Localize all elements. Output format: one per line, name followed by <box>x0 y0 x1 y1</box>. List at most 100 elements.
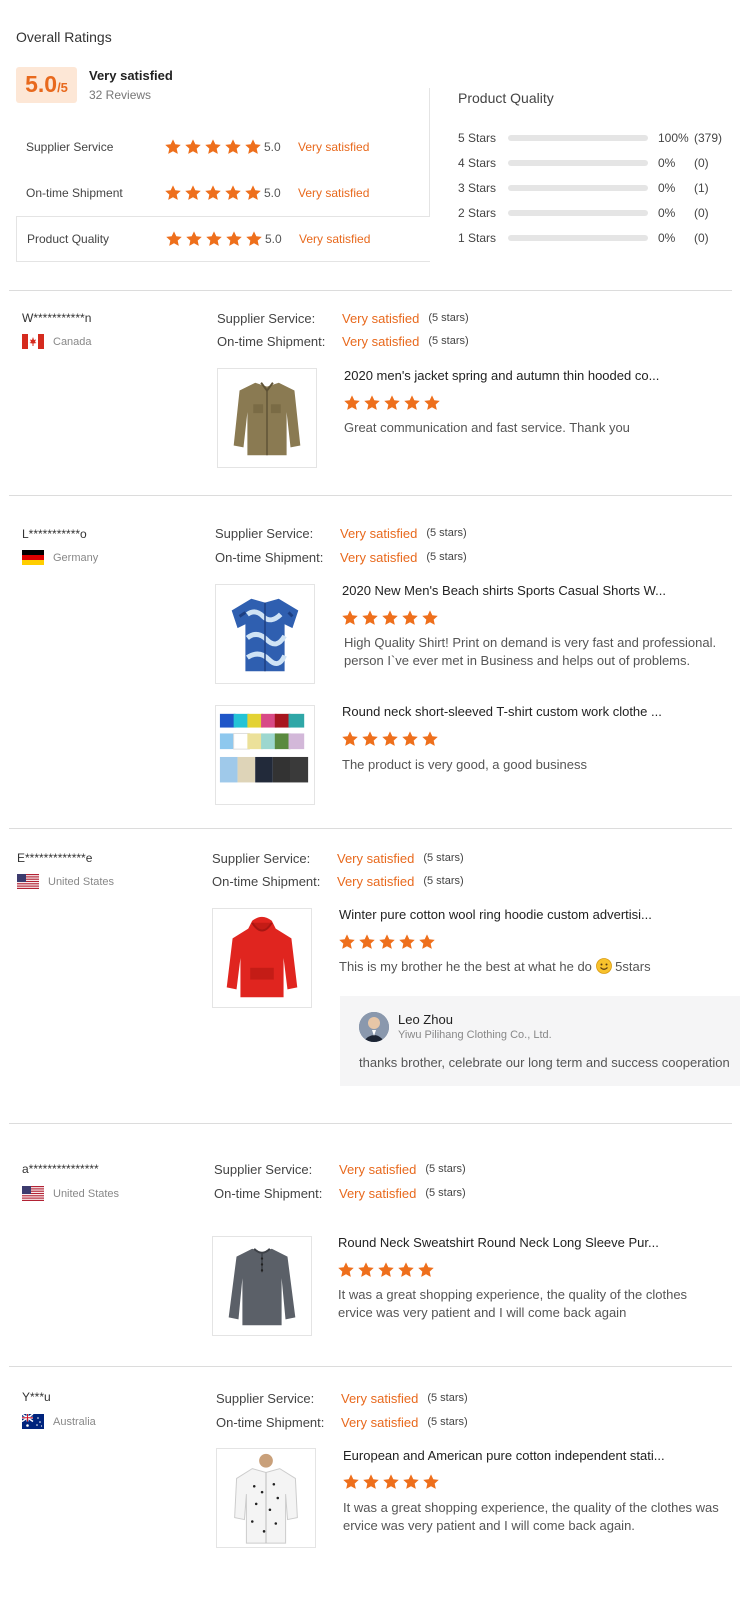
star-icon <box>164 138 182 156</box>
category-name: Supplier Service <box>26 140 114 154</box>
category-stars <box>165 230 265 248</box>
product-image-olive-jacket[interactable] <box>217 368 317 468</box>
breakdown-bar <box>508 185 648 191</box>
category-supplier-service[interactable]: Supplier Service 5.0 Very satisfied <box>16 124 430 170</box>
breakdown-percent: 0% <box>658 206 676 220</box>
category-stars <box>164 184 264 202</box>
meta-value: Very satisfied <box>342 310 420 326</box>
meta-key: Supplier Service: <box>212 850 311 866</box>
breakdown-label: 1 Stars <box>458 231 497 245</box>
meta-value: Very satisfied <box>337 850 415 866</box>
overall-score-badge: 5.0 /5 <box>16 67 77 103</box>
breakdown-row-4: 4 Stars 0% (0) <box>458 155 709 171</box>
product-image-tshirt-grid[interactable] <box>215 705 315 805</box>
category-ontime-shipment[interactable]: On-time Shipment 5.0 Very satisfied <box>16 170 430 216</box>
star-icon <box>421 609 439 627</box>
category-name: On-time Shipment <box>26 186 123 200</box>
reviewer-name: L***********o <box>22 527 87 541</box>
reviewer-name: W***********n <box>22 311 92 325</box>
product-image-white-print-shirt[interactable] <box>216 1448 316 1548</box>
breakdown-row-1: 1 Stars 0% (0) <box>458 230 709 246</box>
supplier-service-line: Supplier Service: Very satisfied (5 star… <box>216 1389 468 1407</box>
product-image-blue-shirt[interactable] <box>215 584 315 684</box>
star-icon <box>225 230 243 248</box>
meta-stars: (5 stars) <box>426 551 467 563</box>
ontime-shipment-line: On-time Shipment: Very satisfied (5 star… <box>215 548 467 566</box>
seller-reply <box>340 996 740 1086</box>
star-icon <box>378 933 396 951</box>
review-text-line: It was a great shopping experience, the … <box>343 1500 719 1515</box>
section-divider <box>9 828 732 829</box>
meta-stars: (5 stars) <box>428 312 469 324</box>
supplier-service-line: Supplier Service: Very satisfied (5 star… <box>215 524 467 542</box>
star-icon <box>398 933 416 951</box>
star-icon <box>363 394 381 412</box>
overall-headline: Very satisfied <box>89 68 173 83</box>
overview-divider <box>429 88 430 217</box>
star-icon <box>184 184 202 202</box>
product-rating <box>342 1473 440 1491</box>
star-icon <box>417 1261 435 1279</box>
section-divider <box>9 290 732 291</box>
star-icon <box>357 1261 375 1279</box>
breakdown-count: (0) <box>694 206 709 220</box>
review-text-line: High Quality Shirt! Print on demand is v… <box>344 635 717 650</box>
star-icon <box>338 933 356 951</box>
breakdown-percent: 0% <box>658 181 676 195</box>
product-title[interactable]: 2020 New Men's Beach shirts Sports Casua… <box>342 583 666 598</box>
reviewer-name: E*************e <box>17 851 93 865</box>
breakdown-bar <box>508 135 648 141</box>
star-icon <box>361 609 379 627</box>
ontime-shipment-line: On-time Shipment: Very satisfied (5 star… <box>216 1413 468 1431</box>
product-image-red-hoodie[interactable] <box>212 908 312 1008</box>
usa-flag-icon <box>17 874 39 889</box>
star-icon <box>342 1473 360 1491</box>
section-divider <box>9 495 732 496</box>
product-title[interactable]: Round neck short-sleeved T-shirt custom … <box>342 704 662 719</box>
australia-flag-icon <box>22 1414 44 1429</box>
supplier-service-line: Supplier Service: Very satisfied (5 star… <box>212 849 464 867</box>
star-icon <box>402 1473 420 1491</box>
section-divider <box>9 1123 732 1124</box>
breakdown-count: (1) <box>694 181 709 195</box>
review-text: This is my brother he the best at what h… <box>339 958 651 976</box>
smiling-face-icon <box>595 958 612 974</box>
star-icon <box>401 730 419 748</box>
star-icon <box>184 138 202 156</box>
breakdown-bar <box>508 235 648 241</box>
reviewer-country: United States <box>22 1186 119 1201</box>
meta-stars: (5 stars) <box>423 875 464 887</box>
product-image-gray-henley[interactable] <box>212 1236 312 1336</box>
star-icon <box>164 184 182 202</box>
product-title[interactable]: European and American pure cotton indepe… <box>343 1448 665 1463</box>
category-score: 5.0 <box>265 232 282 246</box>
meta-key: Supplier Service: <box>216 1390 315 1406</box>
category-product-quality[interactable]: Product Quality 5.0 Very satisfied <box>16 216 430 262</box>
category-score: 5.0 <box>264 140 281 154</box>
category-label: Very satisfied <box>298 140 370 154</box>
product-rating <box>338 933 436 951</box>
star-icon <box>423 394 441 412</box>
star-icon <box>341 730 359 748</box>
reply-company: Yiwu Pilihang Clothing Co., Ltd. <box>398 1029 552 1041</box>
review-text: High Quality Shirt! Print on demand is v… <box>344 634 716 670</box>
overall-score: 5.0 <box>25 71 58 97</box>
product-title[interactable]: 2020 men's jacket spring and autumn thin… <box>344 368 659 383</box>
meta-stars: (5 stars) <box>423 852 464 864</box>
star-icon <box>224 184 242 202</box>
reviewer-name: Y***u <box>22 1390 51 1404</box>
meta-stars: (5 stars) <box>425 1187 466 1199</box>
product-title[interactable]: Winter pure cotton wool ring hoodie cust… <box>339 907 652 922</box>
star-icon <box>341 609 359 627</box>
star-icon <box>362 1473 380 1491</box>
star-icon <box>397 1261 415 1279</box>
reviewer-country: Australia <box>22 1414 96 1429</box>
product-title[interactable]: Round Neck Sweatshirt Round Neck Long Sl… <box>338 1235 659 1250</box>
usa-flag-icon <box>22 1186 44 1201</box>
star-icon <box>358 933 376 951</box>
star-icon <box>185 230 203 248</box>
country-name: Canada <box>53 335 92 348</box>
meta-value: Very satisfied <box>339 1161 417 1177</box>
star-icon <box>361 730 379 748</box>
avatar <box>359 1012 389 1042</box>
